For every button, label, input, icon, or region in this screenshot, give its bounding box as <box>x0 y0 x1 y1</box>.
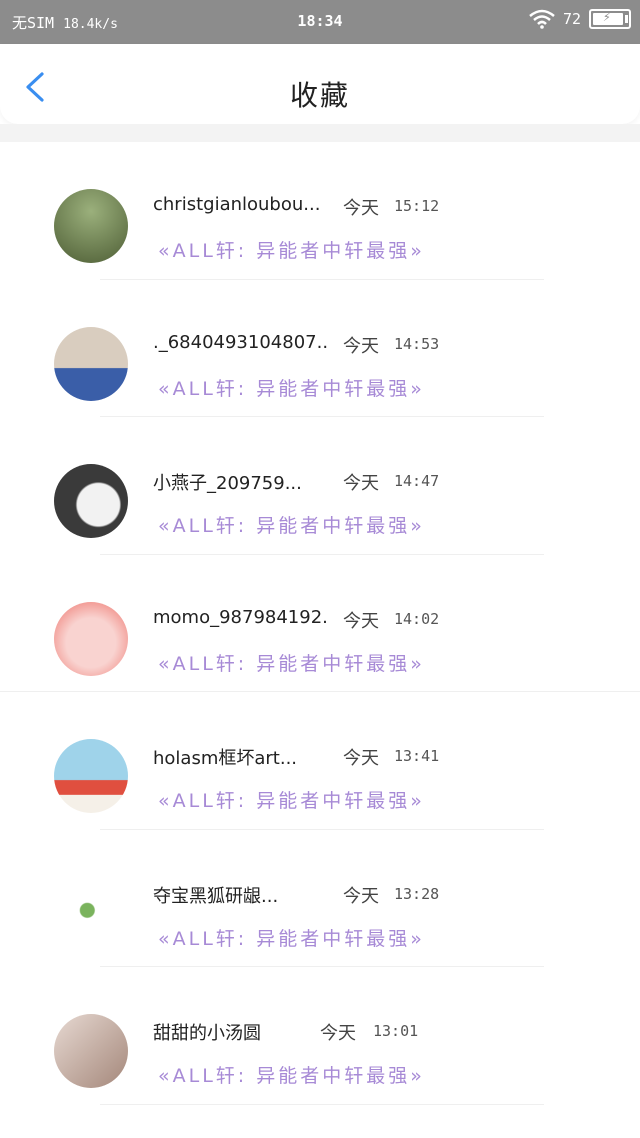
user-name: christgianloubou... <box>153 194 321 215</box>
avatar[interactable] <box>54 326 128 401</box>
date-label: 今天 <box>343 198 379 219</box>
user-name: 小燕子_209759... <box>153 473 302 494</box>
timestamp: 13:28 <box>394 884 440 903</box>
wifi-icon <box>529 9 555 29</box>
timestamp: 14:47 <box>394 472 440 490</box>
bookmark-title[interactable]: «ALL轩: 异能者中轩最强» <box>158 1061 425 1088</box>
avatar[interactable] <box>54 876 128 951</box>
date-label: 今天 <box>343 473 379 494</box>
bookmark-title[interactable]: «ALL轩: 异能者中轩最强» <box>158 374 425 401</box>
bookmark-title[interactable]: «ALL轩: 异能者中轩最强» <box>158 924 425 951</box>
list-item[interactable]: ._6840493104807... 今天 14:53 «ALL轩: 异能者中轩… <box>0 280 640 417</box>
user-name: momo_987984192... <box>153 606 328 628</box>
timestamp: 15:12 <box>394 197 440 215</box>
avatar[interactable] <box>54 739 128 813</box>
bookmark-title[interactable]: «ALL轩: 异能者中轩最强» <box>158 511 425 538</box>
favorites-list: christgianloubou... 今天 15:12 «ALL轩: 异能者中… <box>0 142 640 1105</box>
page-title: 收藏 <box>289 79 350 112</box>
list-item[interactable]: 夺宝黑狐研龈... 今天 13:28 «ALL轩: 异能者中轩最强» <box>0 830 640 967</box>
header-divider <box>0 124 640 142</box>
timestamp: 14:53 <box>394 334 440 353</box>
timestamp: 13:41 <box>394 747 440 765</box>
list-item[interactable]: momo_987984192... 今天 14:02 «ALL轩: 异能者中轩最… <box>0 555 640 692</box>
user-name: holasm框坏art... <box>153 748 298 769</box>
battery-icon: ⚡ <box>589 9 631 29</box>
bookmark-title[interactable]: «ALL轩: 异能者中轩最强» <box>158 649 425 676</box>
battery-percent: 72 <box>562 10 581 28</box>
date-label: 今天 <box>343 885 379 907</box>
user-name: ._6840493104807... <box>153 331 328 353</box>
timestamp: 13:01 <box>373 1022 419 1040</box>
date-label: 今天 <box>343 748 379 769</box>
avatar[interactable] <box>54 189 128 263</box>
bookmark-title[interactable]: «ALL轩: 异能者中轩最强» <box>158 786 425 813</box>
status-bar: 无SIM 18.4k/s 18:34 72 ⚡ <box>0 0 640 44</box>
status-icons: 72 ⚡ <box>529 9 631 29</box>
date-label: 今天 <box>320 1023 356 1044</box>
avatar[interactable] <box>54 1014 128 1088</box>
bookmark-title[interactable]: «ALL轩: 异能者中轩最强» <box>158 236 425 263</box>
list-item[interactable]: 小燕子_209759... 今天 14:47 «ALL轩: 异能者中轩最强» <box>0 417 640 555</box>
avatar[interactable] <box>54 601 128 676</box>
user-name: 夺宝黑狐研龈... <box>153 885 279 907</box>
date-label: 今天 <box>343 610 379 632</box>
list-item[interactable]: holasm框坏art... 今天 13:41 «ALL轩: 异能者中轩最强» <box>0 692 640 830</box>
list-item[interactable]: 甜甜的小汤圆 今天 13:01 «ALL轩: 异能者中轩最强» <box>0 967 640 1105</box>
avatar[interactable] <box>54 464 128 538</box>
timestamp: 14:02 <box>394 609 440 628</box>
date-label: 今天 <box>343 335 379 357</box>
header: 收藏 <box>0 44 640 124</box>
list-item[interactable]: christgianloubou... 今天 15:12 «ALL轩: 异能者中… <box>0 142 640 280</box>
divider <box>100 1103 544 1105</box>
user-name: 甜甜的小汤圆 <box>153 1023 261 1044</box>
